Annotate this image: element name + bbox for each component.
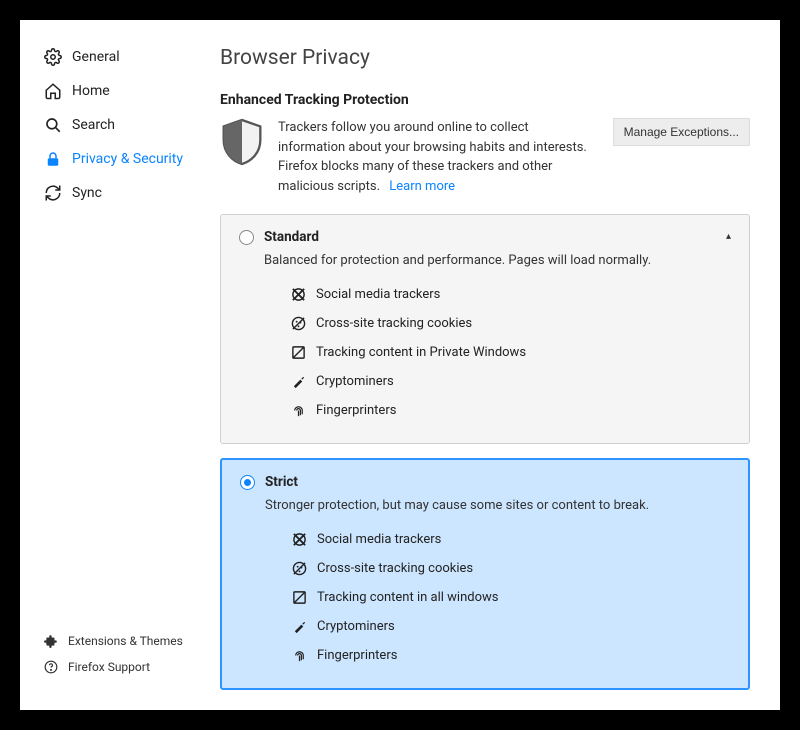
cookie-icon: [292, 561, 307, 576]
sidebar-item-general[interactable]: General: [44, 40, 220, 74]
radio-standard[interactable]: [239, 230, 254, 245]
tracker-item: Cross-site tracking cookies: [291, 309, 731, 338]
question-icon: [44, 660, 58, 674]
content-icon: [291, 345, 306, 360]
settings-window: General Home Search Privacy & Security: [20, 20, 780, 710]
sidebar-item-label: General: [72, 49, 120, 65]
sidebar-link-extensions[interactable]: Extensions & Themes: [44, 628, 220, 654]
option-card-strict[interactable]: Strict Stronger protection, but may caus…: [220, 458, 750, 690]
tracker-item: Cross-site tracking cookies: [292, 554, 730, 583]
tracker-label: Cross-site tracking cookies: [317, 561, 473, 576]
cryptominer-icon: [291, 374, 306, 389]
main-content: Browser Privacy Enhanced Tracking Protec…: [220, 20, 780, 710]
sidebar-item-home[interactable]: Home: [44, 74, 220, 108]
sidebar-item-sync[interactable]: Sync: [44, 176, 220, 210]
tracker-label: Social media trackers: [316, 287, 440, 302]
sync-icon: [44, 184, 62, 202]
fingerprint-icon: [291, 403, 306, 418]
tracker-label: Fingerprinters: [316, 403, 396, 418]
sidebar-bottom: Extensions & Themes Firefox Support: [44, 628, 220, 690]
section-title: Enhanced Tracking Protection: [220, 92, 750, 108]
intro-text: Trackers follow you around online to col…: [278, 118, 599, 196]
card-title: Strict: [265, 474, 298, 490]
card-header: Strict: [240, 474, 730, 490]
tracker-item: Social media trackers: [292, 525, 730, 554]
tracker-list-standard: Social media trackers Cross-site trackin…: [291, 280, 731, 425]
sidebar-item-label: Sync: [72, 185, 102, 201]
sidebar: General Home Search Privacy & Security: [20, 20, 220, 710]
tracker-label: Fingerprinters: [317, 648, 397, 663]
tracker-item: Cryptominers: [292, 612, 730, 641]
social-icon: [292, 532, 307, 547]
tracker-label: Social media trackers: [317, 532, 441, 547]
tracker-item: Tracking content in Private Windows: [291, 338, 731, 367]
search-icon: [44, 116, 62, 134]
social-icon: [291, 287, 306, 302]
sidebar-link-label: Extensions & Themes: [68, 634, 183, 648]
gear-icon: [44, 48, 62, 66]
home-icon: [44, 82, 62, 100]
tracker-label: Tracking content in Private Windows: [316, 345, 526, 360]
card-desc: Balanced for protection and performance.…: [264, 253, 731, 268]
learn-more-link[interactable]: Learn more: [389, 179, 455, 194]
tracker-label: Cross-site tracking cookies: [316, 316, 472, 331]
card-header: Standard ▴: [239, 229, 731, 245]
sidebar-item-label: Search: [72, 117, 115, 133]
sidebar-nav: General Home Search Privacy & Security: [44, 40, 220, 628]
option-card-standard[interactable]: Standard ▴ Balanced for protection and p…: [220, 214, 750, 444]
tracker-item: Tracking content in all windows: [292, 583, 730, 612]
puzzle-icon: [44, 634, 58, 648]
cookie-icon: [291, 316, 306, 331]
intro-block: Trackers follow you around online to col…: [220, 118, 750, 196]
tracker-item: Fingerprinters: [291, 396, 731, 425]
sidebar-item-search[interactable]: Search: [44, 108, 220, 142]
page-title: Browser Privacy: [220, 46, 750, 70]
tracker-item: Cryptominers: [291, 367, 731, 396]
tracker-item: Fingerprinters: [292, 641, 730, 670]
tracker-label: Cryptominers: [317, 619, 395, 634]
tracker-item: Social media trackers: [291, 280, 731, 309]
radio-strict[interactable]: [240, 475, 255, 490]
lock-icon: [44, 150, 62, 168]
tracker-label: Tracking content in all windows: [317, 590, 498, 605]
shield-icon: [220, 118, 264, 166]
tracker-list-strict: Social media trackers Cross-site trackin…: [292, 525, 730, 670]
fingerprint-icon: [292, 648, 307, 663]
cryptominer-icon: [292, 619, 307, 634]
chevron-up-icon[interactable]: ▴: [726, 231, 731, 242]
manage-exceptions-button[interactable]: Manage Exceptions...: [613, 118, 750, 146]
tracker-label: Cryptominers: [316, 374, 394, 389]
content-icon: [292, 590, 307, 605]
sidebar-item-privacy[interactable]: Privacy & Security: [44, 142, 220, 176]
sidebar-item-label: Privacy & Security: [72, 151, 183, 167]
card-title: Standard: [264, 229, 319, 245]
sidebar-item-label: Home: [72, 83, 110, 99]
sidebar-link-label: Firefox Support: [68, 660, 150, 674]
sidebar-link-support[interactable]: Firefox Support: [44, 654, 220, 680]
card-desc: Stronger protection, but may cause some …: [265, 498, 730, 513]
